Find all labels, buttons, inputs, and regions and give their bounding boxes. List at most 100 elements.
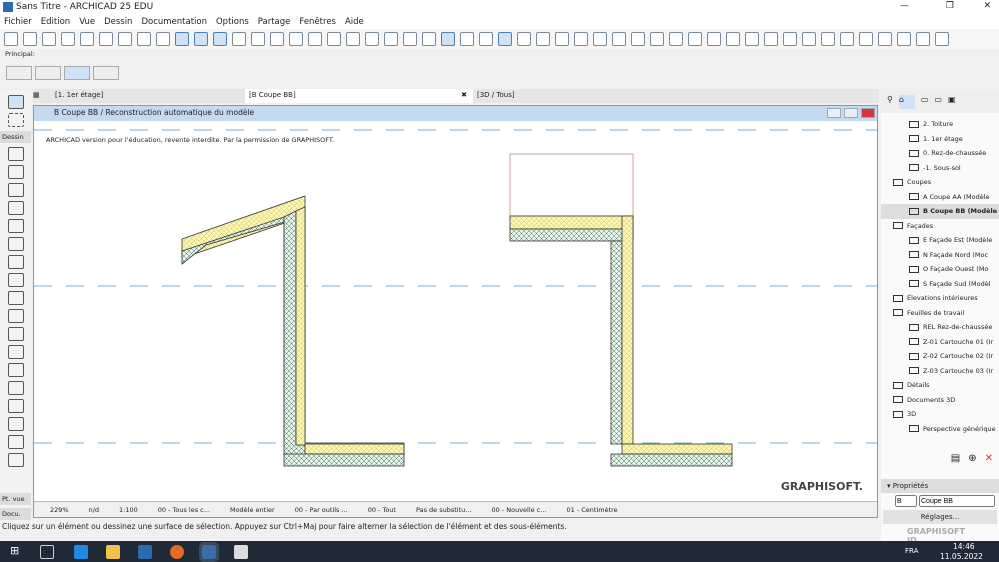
drawing-tool-icon[interactable] [7, 417, 24, 431]
navigator-item[interactable]: Coupes [881, 175, 999, 190]
navigator-item[interactable]: O Façade Ouest (Mo [881, 262, 999, 277]
language-indicator[interactable]: FRA [905, 547, 918, 555]
status-item-6[interactable]: 00 - Tout [368, 506, 396, 514]
navigator-item[interactable]: Élevations intérieures [881, 291, 999, 306]
settings-button[interactable]: Réglages... [883, 510, 997, 524]
navigator-options-icon[interactable]: ⚲ [887, 95, 893, 109]
view-settings-icon[interactable]: ▤ [951, 453, 960, 467]
toolbar-button-icon[interactable] [897, 32, 911, 46]
navigator-item[interactable]: A Coupe AA (Modèle [881, 190, 999, 205]
drawing-tool-icon[interactable] [7, 183, 24, 197]
drawing-tool-icon[interactable] [7, 165, 24, 179]
firefox-icon[interactable] [170, 545, 184, 559]
status-item-5[interactable]: 00 - Par outils ... [295, 506, 348, 514]
menu-1[interactable]: Edition [41, 17, 70, 27]
toolbar-button-icon[interactable] [99, 32, 113, 46]
toolbar-button-icon[interactable] [42, 32, 56, 46]
navigator-item[interactable]: -1. Sous-sol [881, 161, 999, 176]
drawing-tool-icon[interactable] [7, 363, 24, 377]
navigator-item[interactable]: 3D [881, 407, 999, 422]
toolbar-button-icon[interactable] [137, 32, 151, 46]
drawing-tool-icon[interactable] [7, 237, 24, 251]
drawing-tool-icon[interactable] [7, 453, 24, 467]
properties-header[interactable]: ▾ Propriétés [881, 479, 999, 493]
drawing-tool-icon[interactable] [7, 291, 24, 305]
toolbar-button-icon[interactable] [555, 32, 569, 46]
app-icon[interactable] [234, 545, 248, 559]
view-map-icon[interactable]: ▭ [921, 95, 929, 109]
drawing-tool-icon[interactable] [7, 255, 24, 269]
navigator-item[interactable]: Z-01 Cartouche 01 (Ir [881, 335, 999, 350]
toolbar-button-icon[interactable] [593, 32, 607, 46]
toolbar-button-icon[interactable] [327, 32, 341, 46]
file-explorer-icon[interactable] [106, 545, 120, 559]
navigator-item[interactable]: Feuilles de travail [881, 306, 999, 321]
toolbar-button-icon[interactable] [175, 32, 189, 46]
publisher-icon[interactable]: ▣ [948, 95, 956, 109]
toolbar-button-icon[interactable] [574, 32, 588, 46]
archicad-active-icon[interactable] [199, 542, 219, 562]
menu-6[interactable]: Partage [258, 17, 291, 27]
drawing-tool-icon[interactable] [7, 345, 24, 359]
navigator-item[interactable]: 2. Toiture [881, 117, 999, 132]
toolbar-button-icon[interactable] [251, 32, 265, 46]
status-item-1[interactable]: n/d [89, 506, 99, 514]
delete-icon[interactable]: ✕ [985, 453, 993, 467]
status-item-0[interactable]: 229% [50, 506, 69, 514]
arrow-tool-button[interactable] [93, 66, 119, 80]
view-name-input[interactable] [919, 495, 995, 507]
navigator-item[interactable]: 1. 1er étage [881, 132, 999, 147]
toolbar-button-icon[interactable] [403, 32, 417, 46]
drawing-tool-icon[interactable] [7, 435, 24, 449]
windows-start-icon[interactable]: ⊞ [10, 544, 19, 557]
tab-coupe-bb[interactable]: [B Coupe BB] ✖ [245, 89, 473, 103]
navigator-item[interactable]: Détails [881, 378, 999, 393]
drawing-tool-icon[interactable] [7, 219, 24, 233]
toolbar-button-icon[interactable] [23, 32, 37, 46]
toolbar-button-icon[interactable] [935, 32, 949, 46]
drawing-canvas[interactable] [34, 121, 877, 503]
tab-3d[interactable]: [3D / Tous] [473, 89, 873, 103]
toolbar-button-icon[interactable] [612, 32, 626, 46]
toolbar-button-icon[interactable] [498, 32, 512, 46]
toolbar-button-icon[interactable] [460, 32, 474, 46]
drawing-tool-icon[interactable] [7, 201, 24, 215]
view-id-input[interactable] [895, 495, 917, 507]
toolbar-button-icon[interactable] [4, 32, 18, 46]
toolbar-button-icon[interactable] [916, 32, 930, 46]
tab-1er-etage[interactable]: [1. 1er étage] [51, 89, 241, 103]
menu-5[interactable]: Options [216, 17, 249, 27]
navigator-item[interactable]: S Façade Sud (Modèl [881, 277, 999, 292]
navigator-item[interactable]: REL Rez-de-chaussée [881, 320, 999, 335]
toolbar-button-icon[interactable] [61, 32, 75, 46]
tab-close-icon[interactable]: ✖ [461, 91, 467, 99]
navigator-item[interactable]: Perspective générique [881, 422, 999, 437]
task-view-icon[interactable] [40, 545, 54, 559]
toolbar-button-icon[interactable] [346, 32, 360, 46]
toolbar-button-icon[interactable] [441, 32, 455, 46]
toolbar-button-icon[interactable] [479, 32, 493, 46]
toolbar-button-icon[interactable] [118, 32, 132, 46]
navigator-item[interactable]: Z-03 Cartouche 03 (Ir [881, 364, 999, 379]
toolbar-button-icon[interactable] [365, 32, 379, 46]
status-item-4[interactable]: Modèle entier [230, 506, 275, 514]
clock-date[interactable]: 11.05.2022 [940, 552, 983, 561]
clock-time[interactable]: 14:46 [953, 542, 975, 551]
toolbar-button-icon[interactable] [384, 32, 398, 46]
maximize-button[interactable]: ❐ [946, 1, 954, 11]
archicad-taskbar-icon[interactable] [138, 545, 152, 559]
view-close-button[interactable] [861, 108, 875, 118]
menu-3[interactable]: Dessin [104, 17, 132, 27]
navigator-item[interactable]: 0. Rez-de-chaussée [881, 146, 999, 161]
toolbar-button-icon[interactable] [840, 32, 854, 46]
toolbar-button-icon[interactable] [517, 32, 531, 46]
toolbar-button-icon[interactable] [536, 32, 550, 46]
layout-book-icon[interactable]: ▭ [934, 95, 942, 109]
new-view-icon[interactable]: ⊕ [968, 453, 976, 467]
menu-8[interactable]: Aide [345, 17, 364, 27]
rotate-tool-button[interactable] [64, 66, 90, 80]
menu-2[interactable]: Vue [79, 17, 95, 27]
toolbar-button-icon[interactable] [669, 32, 683, 46]
grid-view-icon[interactable]: ▦ [33, 91, 40, 99]
toolbar-button-icon[interactable] [308, 32, 322, 46]
